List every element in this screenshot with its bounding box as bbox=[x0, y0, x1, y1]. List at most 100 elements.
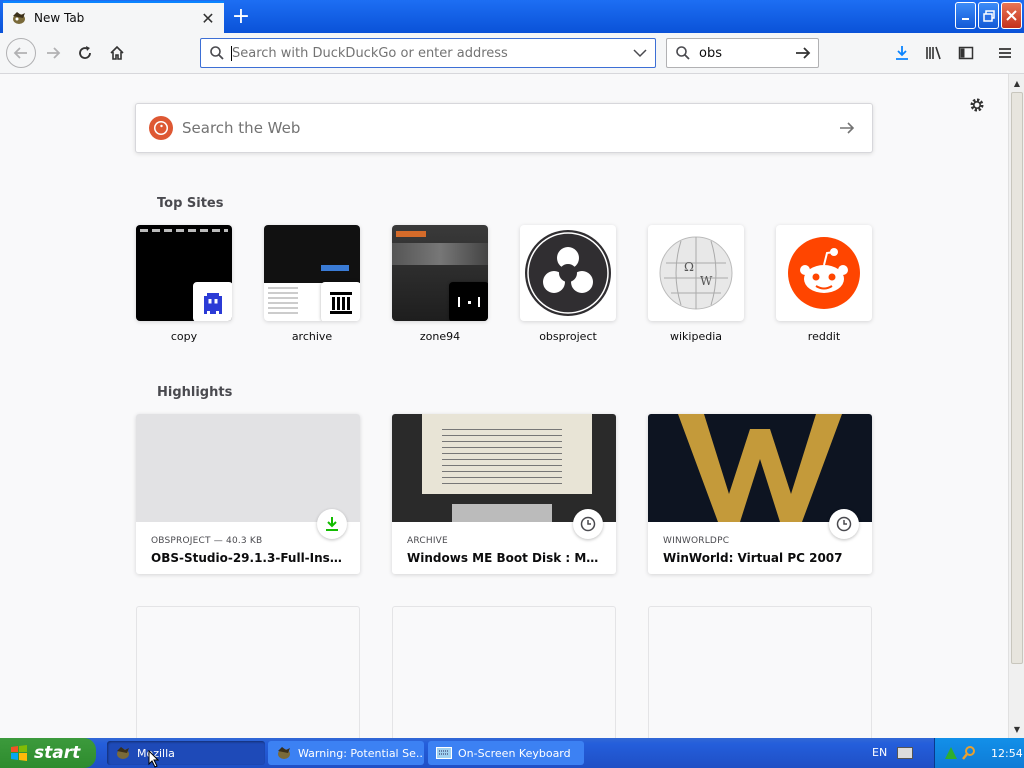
title-bar: New Tab ✕ + bbox=[0, 0, 1024, 33]
top-site-copy[interactable]: copy bbox=[136, 225, 232, 343]
top-site-label: obsproject bbox=[539, 330, 597, 343]
close-tab-icon[interactable]: ✕ bbox=[198, 8, 218, 28]
svg-text:W: W bbox=[700, 274, 713, 288]
highlights-heading: Highlights bbox=[157, 385, 233, 400]
home-icon bbox=[110, 45, 124, 60]
mouse-cursor-icon bbox=[148, 750, 160, 768]
taskbar-item-on-screen-keyboard[interactable]: On-Screen Keyboard bbox=[428, 741, 584, 765]
system-tray: 12:54 bbox=[934, 738, 1024, 768]
pong-icon bbox=[449, 282, 488, 321]
empty-highlight-slot bbox=[648, 606, 872, 738]
top-site-reddit[interactable]: reddit bbox=[776, 225, 872, 343]
top-site-obsproject[interactable]: obsproject bbox=[520, 225, 616, 343]
top-site-label: archive bbox=[291, 330, 333, 343]
start-button[interactable]: start bbox=[0, 738, 96, 768]
card-title: OBS-Studio-29.1.3-Full-Installer... bbox=[151, 551, 345, 565]
library-button[interactable] bbox=[920, 39, 948, 67]
search-bar[interactable]: obs bbox=[666, 38, 819, 68]
top-site-label: zone94 bbox=[419, 330, 461, 343]
reload-icon bbox=[79, 46, 91, 59]
top-site-label: reddit bbox=[807, 330, 841, 343]
scroll-down-icon[interactable]: ▼ bbox=[1011, 722, 1023, 736]
close-window-button[interactable] bbox=[1001, 2, 1022, 29]
taskbar-item-mozilla[interactable]: Mozilla bbox=[107, 741, 265, 765]
card-title: WinWorld: Virtual PC 2007 bbox=[663, 551, 843, 565]
highlight-card[interactable]: ARCHIVE Windows ME Boot Disk : Microso..… bbox=[392, 414, 616, 574]
downloads-button[interactable] bbox=[888, 39, 916, 67]
search-tray-icon[interactable] bbox=[961, 745, 977, 761]
language-indicator[interactable]: EN bbox=[872, 746, 887, 759]
menu-button[interactable] bbox=[991, 39, 1019, 67]
top-site-wikipedia[interactable]: ΩW wikipedia bbox=[648, 225, 744, 343]
archive-building-icon bbox=[321, 282, 360, 321]
firefox-icon bbox=[115, 745, 131, 761]
reddit-alien-icon bbox=[776, 225, 872, 321]
start-label: start bbox=[34, 743, 81, 763]
taskbar-item-label: Warning: Potential Se... bbox=[298, 746, 424, 760]
network-icon[interactable] bbox=[943, 745, 959, 761]
clock-icon bbox=[573, 509, 603, 539]
keyboard-icon bbox=[436, 747, 452, 759]
taskbar-item-label: On-Screen Keyboard bbox=[458, 746, 571, 760]
hamburger-icon bbox=[999, 48, 1011, 58]
site-thumbnail bbox=[392, 225, 488, 321]
address-input-placeholder[interactable]: Search with DuckDuckGo or enter address bbox=[232, 46, 633, 61]
firefox-icon bbox=[11, 10, 27, 26]
scrollbar-thumb[interactable] bbox=[1011, 92, 1023, 664]
go-arrow-icon[interactable] bbox=[794, 45, 812, 61]
minimize-button[interactable] bbox=[955, 2, 976, 29]
search-submit-arrow-icon[interactable] bbox=[836, 120, 858, 136]
windows-logo-icon bbox=[10, 744, 28, 762]
tab-title: New Tab bbox=[34, 11, 85, 25]
web-search-box[interactable]: Search the Web bbox=[135, 103, 873, 153]
keyboard-tray-icon[interactable] bbox=[897, 747, 913, 759]
library-icon bbox=[926, 46, 941, 60]
search-icon bbox=[209, 45, 225, 61]
tab-new-tab[interactable]: New Tab ✕ bbox=[3, 1, 224, 33]
new-tab-page: Search the Web Top Sites copy archive zo… bbox=[0, 74, 1008, 738]
back-arrow-icon bbox=[13, 47, 27, 59]
site-thumbnail bbox=[264, 225, 360, 321]
highlight-card[interactable]: OBSPROJECT — 40.3 KB OBS-Studio-29.1.3-F… bbox=[136, 414, 360, 574]
top-site-label: wikipedia bbox=[669, 330, 722, 343]
back-button[interactable] bbox=[6, 38, 36, 68]
web-search-input[interactable]: Search the Web bbox=[182, 119, 836, 137]
gear-icon[interactable] bbox=[966, 94, 988, 116]
address-bar[interactable]: Search with DuckDuckGo or enter address bbox=[200, 38, 656, 68]
download-icon bbox=[896, 46, 908, 60]
top-site-archive[interactable]: archive bbox=[264, 225, 360, 343]
taskbar-item-warning[interactable]: Warning: Potential Se... bbox=[268, 741, 424, 765]
site-thumbnail bbox=[136, 225, 232, 321]
empty-highlight-slot bbox=[136, 606, 360, 738]
obs-logo-icon bbox=[520, 225, 616, 321]
card-image bbox=[648, 414, 872, 522]
empty-highlight-slot bbox=[392, 606, 616, 738]
forward-button[interactable] bbox=[39, 39, 67, 67]
sidebar-icon bbox=[958, 46, 974, 60]
home-button[interactable] bbox=[103, 39, 131, 67]
search-icon bbox=[675, 45, 691, 61]
duckduckgo-logo-icon bbox=[149, 116, 173, 140]
highlight-card[interactable]: WINWORLDPC WinWorld: Virtual PC 2007 bbox=[648, 414, 872, 574]
top-sites-heading: Top Sites bbox=[157, 196, 224, 211]
chevron-down-icon[interactable] bbox=[633, 48, 647, 58]
scroll-up-icon[interactable]: ▲ bbox=[1011, 76, 1023, 90]
restore-button[interactable] bbox=[978, 2, 999, 29]
search-input[interactable]: obs bbox=[699, 46, 794, 61]
card-title: Windows ME Boot Disk : Microso... bbox=[407, 551, 601, 565]
reload-button[interactable] bbox=[71, 39, 99, 67]
firefox-icon bbox=[276, 745, 292, 761]
wikipedia-globe-icon: ΩW bbox=[648, 225, 744, 321]
forward-arrow-icon bbox=[47, 47, 61, 59]
top-site-zone94[interactable]: zone94 bbox=[392, 225, 488, 343]
clock[interactable]: 12:54 bbox=[991, 747, 1023, 760]
clock-icon bbox=[829, 509, 859, 539]
new-tab-button[interactable]: + bbox=[228, 4, 254, 29]
svg-text:Ω: Ω bbox=[684, 260, 694, 274]
pixel-ghost-icon bbox=[193, 282, 232, 321]
sidebar-button[interactable] bbox=[952, 39, 980, 67]
top-site-label: copy bbox=[170, 330, 198, 343]
card-image bbox=[392, 414, 616, 522]
navigation-toolbar: Search with DuckDuckGo or enter address … bbox=[0, 33, 1024, 74]
vertical-scrollbar[interactable]: ▲ ▼ bbox=[1008, 74, 1024, 738]
